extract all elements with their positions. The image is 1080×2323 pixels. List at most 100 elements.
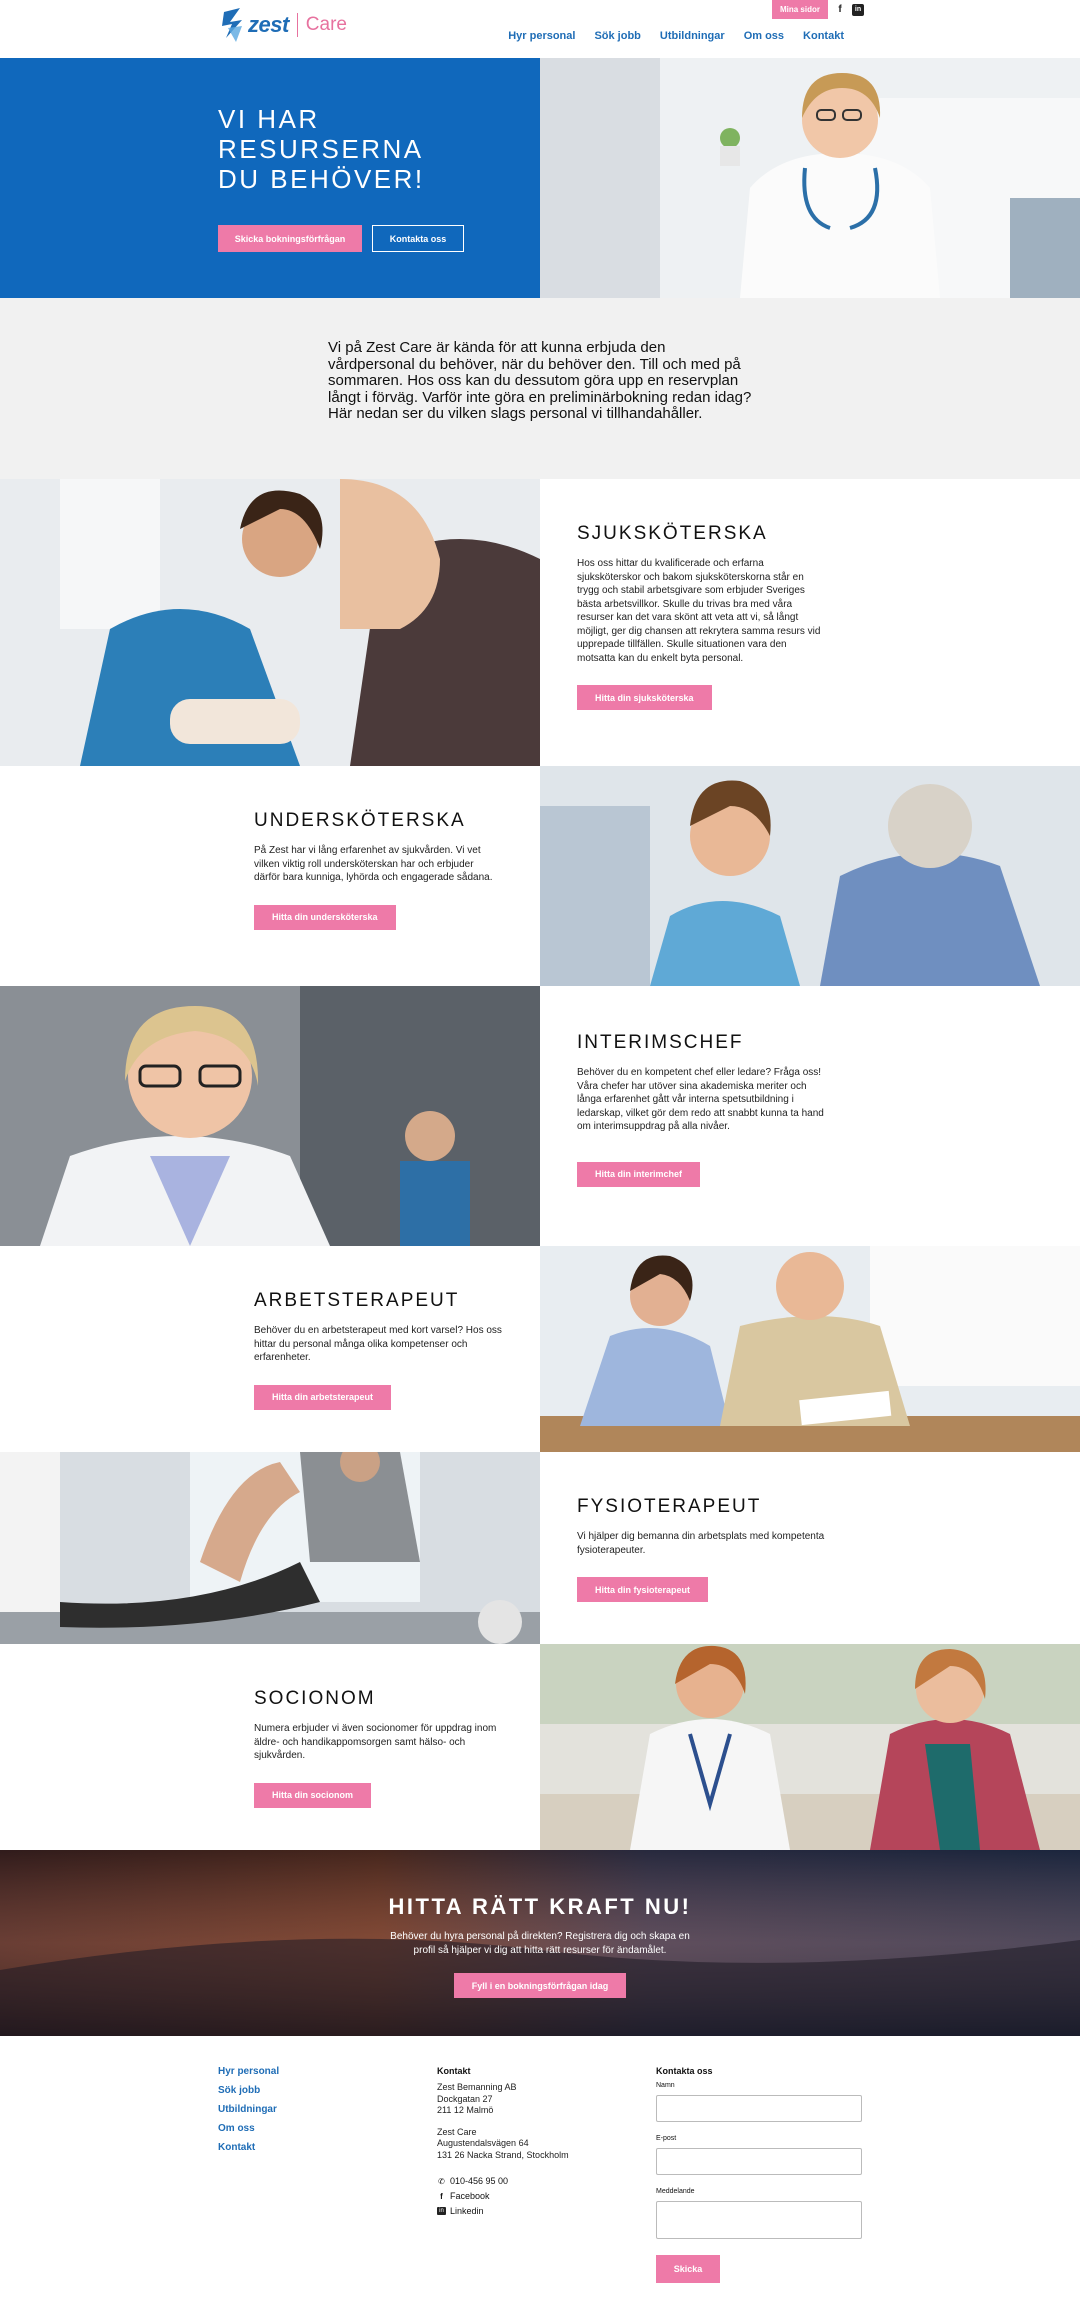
- linkedin-icon: in: [437, 2207, 446, 2215]
- address-nacka-line3: 131 26 Nacka Strand, Stockholm: [437, 2149, 569, 2160]
- text-underskoterska: UNDERSKÖTERSKA På Zest har vi lång erfar…: [0, 766, 540, 986]
- desc-arbetsterapeut: Behöver du en arbetsterapeut med kort va…: [254, 1325, 502, 1363]
- title-underskoterska: UNDERSKÖTERSKA: [254, 810, 466, 831]
- hero: VI HAR RESURSERNA DU BEHÖVER! Skicka bok…: [0, 58, 1080, 298]
- topbar: Mina sidor f in: [771, 0, 864, 19]
- find-assistant-nurse-button[interactable]: Hitta din undersköterska: [254, 904, 396, 930]
- cta-content: HITTA RÄTT KRAFT NU! Behöver du hyra per…: [0, 1894, 1080, 1998]
- nav-utbildningar[interactable]: Utbildningar: [660, 30, 725, 42]
- title-socionom: SOCIONOM: [254, 1688, 376, 1709]
- find-occupational-therapist-button[interactable]: Hitta din arbetsterapeut: [254, 1384, 392, 1410]
- find-nurse-button[interactable]: Hitta din sjuksköterska: [577, 685, 712, 710]
- desc-underskoterska: På Zest har vi lång erfarenhet av sjukvå…: [254, 845, 493, 883]
- footer-nav-sok-jobb[interactable]: Sök jobb: [218, 2085, 279, 2096]
- footer-nav-om-oss[interactable]: Om oss: [218, 2123, 279, 2134]
- intro-section: Vi på Zest Care är kända för att kunna e…: [0, 298, 1080, 479]
- footer-phone[interactable]: ✆ 010-456 95 00: [437, 2176, 569, 2186]
- address-malmo-line2: Dockgatan 27: [437, 2093, 493, 2104]
- find-physiotherapist-button[interactable]: Hitta din fysioterapeut: [577, 1577, 709, 1602]
- footer-contact-heading: Kontakt: [437, 2066, 471, 2076]
- address-malmo-line1: Zest Bemanning AB: [437, 2082, 517, 2092]
- profession-arbetsterapeut: ARBETSTERAPEUT Behöver du en arbetsterap…: [0, 1246, 1080, 1452]
- site-footer: Hyr personal Sök jobb Utbildningar Om os…: [0, 2036, 1080, 2323]
- occupational-therapist-photo-illustration: [540, 1246, 1080, 1452]
- email-label: E-post: [656, 2135, 677, 2142]
- text-sjukskoterska: SJUKSKÖTERSKA Hos oss hittar du kvalific…: [540, 479, 1080, 766]
- contact-us-button[interactable]: Kontakta oss: [372, 225, 464, 252]
- photo-occupational-therapist: [540, 1246, 1080, 1452]
- name-label: Namn: [656, 2082, 675, 2089]
- linkedin-icon[interactable]: in: [852, 3, 864, 16]
- footer-contact-form: Kontakta oss Namn E-post Meddelande Skic…: [656, 2066, 862, 2283]
- find-interim-manager-button[interactable]: Hitta din interimchef: [577, 1161, 701, 1187]
- title-sjukskoterska: SJUKSKÖTERSKA: [577, 523, 768, 544]
- mina-sidor-button[interactable]: Mina sidor: [771, 0, 828, 19]
- nurse-photo-illustration: [0, 479, 540, 766]
- footer-nav-kontakt[interactable]: Kontakt: [218, 2142, 279, 2153]
- logo[interactable]: zest Care: [222, 8, 347, 42]
- photo-nurse-bandage: [0, 479, 540, 766]
- message-textarea[interactable]: [656, 2201, 862, 2239]
- cta-section: HITTA RÄTT KRAFT NU! Behöver du hyra per…: [0, 1850, 1080, 2036]
- name-input[interactable]: [656, 2095, 862, 2122]
- nav-sok-jobb[interactable]: Sök jobb: [594, 30, 640, 42]
- photo-doctor-smiling: [0, 986, 540, 1246]
- nav-hyr-personal[interactable]: Hyr personal: [508, 30, 575, 42]
- profession-underskoterska: UNDERSKÖTERSKA På Zest har vi lång erfar…: [0, 766, 1080, 986]
- text-arbetsterapeut: ARBETSTERAPEUT Behöver du en arbetsterap…: [0, 1246, 540, 1452]
- hero-title: VI HAR RESURSERNA DU BEHÖVER!: [218, 104, 425, 194]
- footer-nav-hyr-personal[interactable]: Hyr personal: [218, 2066, 279, 2077]
- cta-booking-button[interactable]: Fyll i en bokningsförfrågan idag: [453, 1973, 627, 1998]
- photo-physiotherapist: [0, 1452, 540, 1644]
- desc-interimschef: Behöver du en kompetent chef eller ledar…: [577, 1067, 824, 1132]
- footer-nav-utbildningar[interactable]: Utbildningar: [218, 2104, 279, 2115]
- senior-doctor-photo-illustration: [0, 986, 540, 1246]
- find-social-worker-button[interactable]: Hitta din socionom: [254, 1782, 371, 1808]
- footer-linkedin[interactable]: in Linkedin: [437, 2206, 569, 2216]
- desc-fysioterapeut: Vi hjälper dig bemanna din arbetsplats m…: [577, 1531, 825, 1556]
- footer-phone-number: 010-456 95 00: [450, 2176, 509, 2186]
- text-socionom: SOCIONOM Numera erbjuder vi även sociono…: [0, 1644, 540, 1850]
- nav-om-oss[interactable]: Om oss: [744, 30, 784, 42]
- profession-fysioterapeut: FYSIOTERAPEUT Vi hjälper dig bemanna din…: [0, 1452, 1080, 1644]
- booking-request-button[interactable]: Skicka bokningsförfrågan: [218, 225, 362, 252]
- logo-word: zest: [248, 12, 289, 37]
- title-fysioterapeut: FYSIOTERAPEUT: [577, 1496, 762, 1517]
- intro-text: Vi på Zest Care är kända för att kunna e…: [328, 339, 752, 422]
- email-input[interactable]: [656, 2148, 862, 2175]
- logo-divider: [296, 13, 298, 37]
- hero-photo-doctor: [540, 58, 1080, 298]
- cta-subtitle: Behöver du hyra personal på direkten? Re…: [390, 1931, 690, 1956]
- contact-form-heading: Kontakta oss: [656, 2066, 713, 2076]
- profession-socionom: SOCIONOM Numera erbjuder vi även sociono…: [0, 1644, 1080, 1850]
- main-nav: Hyr personal Sök jobb Utbildningar Om os…: [508, 30, 844, 42]
- photo-social-worker: [540, 1644, 1080, 1850]
- desc-sjukskoterska: Hos oss hittar du kvalificerade och erfa…: [577, 558, 821, 664]
- address-nacka-line2: Augustendalsvägen 64: [437, 2138, 529, 2148]
- nav-kontakt[interactable]: Kontakt: [803, 30, 844, 42]
- submit-button[interactable]: Skicka: [656, 2255, 720, 2283]
- doctor-photo-illustration: [540, 58, 1080, 298]
- profession-interimschef: INTERIMSCHEF Behöver du en kompetent che…: [0, 986, 1080, 1246]
- cta-title: HITTA RÄTT KRAFT NU!: [388, 1894, 692, 1919]
- social-worker-photo-illustration: [540, 1644, 1080, 1850]
- hero-buttons: Skicka bokningsförfrågan Kontakta oss: [218, 225, 464, 252]
- facebook-icon[interactable]: f: [834, 4, 846, 16]
- footer-nav: Hyr personal Sök jobb Utbildningar Om os…: [218, 2066, 279, 2161]
- facebook-icon: f: [440, 2191, 443, 2201]
- text-fysioterapeut: FYSIOTERAPEUT Vi hjälper dig bemanna din…: [540, 1452, 1080, 1644]
- hero-panel: VI HAR RESURSERNA DU BEHÖVER! Skicka bok…: [0, 58, 540, 298]
- footer-facebook[interactable]: f Facebook: [437, 2191, 569, 2201]
- logo-care: Care: [305, 14, 347, 35]
- address-nacka-line1: Zest Care: [437, 2126, 477, 2137]
- address-malmo-line3: 211 12 Malmö: [437, 2105, 494, 2115]
- assistant-nurse-photo-illustration: [540, 766, 1080, 986]
- phone-icon: ✆: [438, 2176, 445, 2186]
- text-interimschef: INTERIMSCHEF Behöver du en kompetent che…: [540, 986, 1080, 1246]
- message-label: Meddelande: [656, 2188, 695, 2195]
- profession-sjukskoterska: SJUKSKÖTERSKA Hos oss hittar du kvalific…: [0, 479, 1080, 766]
- footer-contact: Kontakt Zest Bemanning AB Dockgatan 27 2…: [437, 2066, 569, 2216]
- zest-logo-icon: [222, 8, 242, 42]
- title-interimschef: INTERIMSCHEF: [577, 1032, 744, 1053]
- site-header: zest Care Mina sidor f in Hyr personal S…: [0, 0, 1080, 58]
